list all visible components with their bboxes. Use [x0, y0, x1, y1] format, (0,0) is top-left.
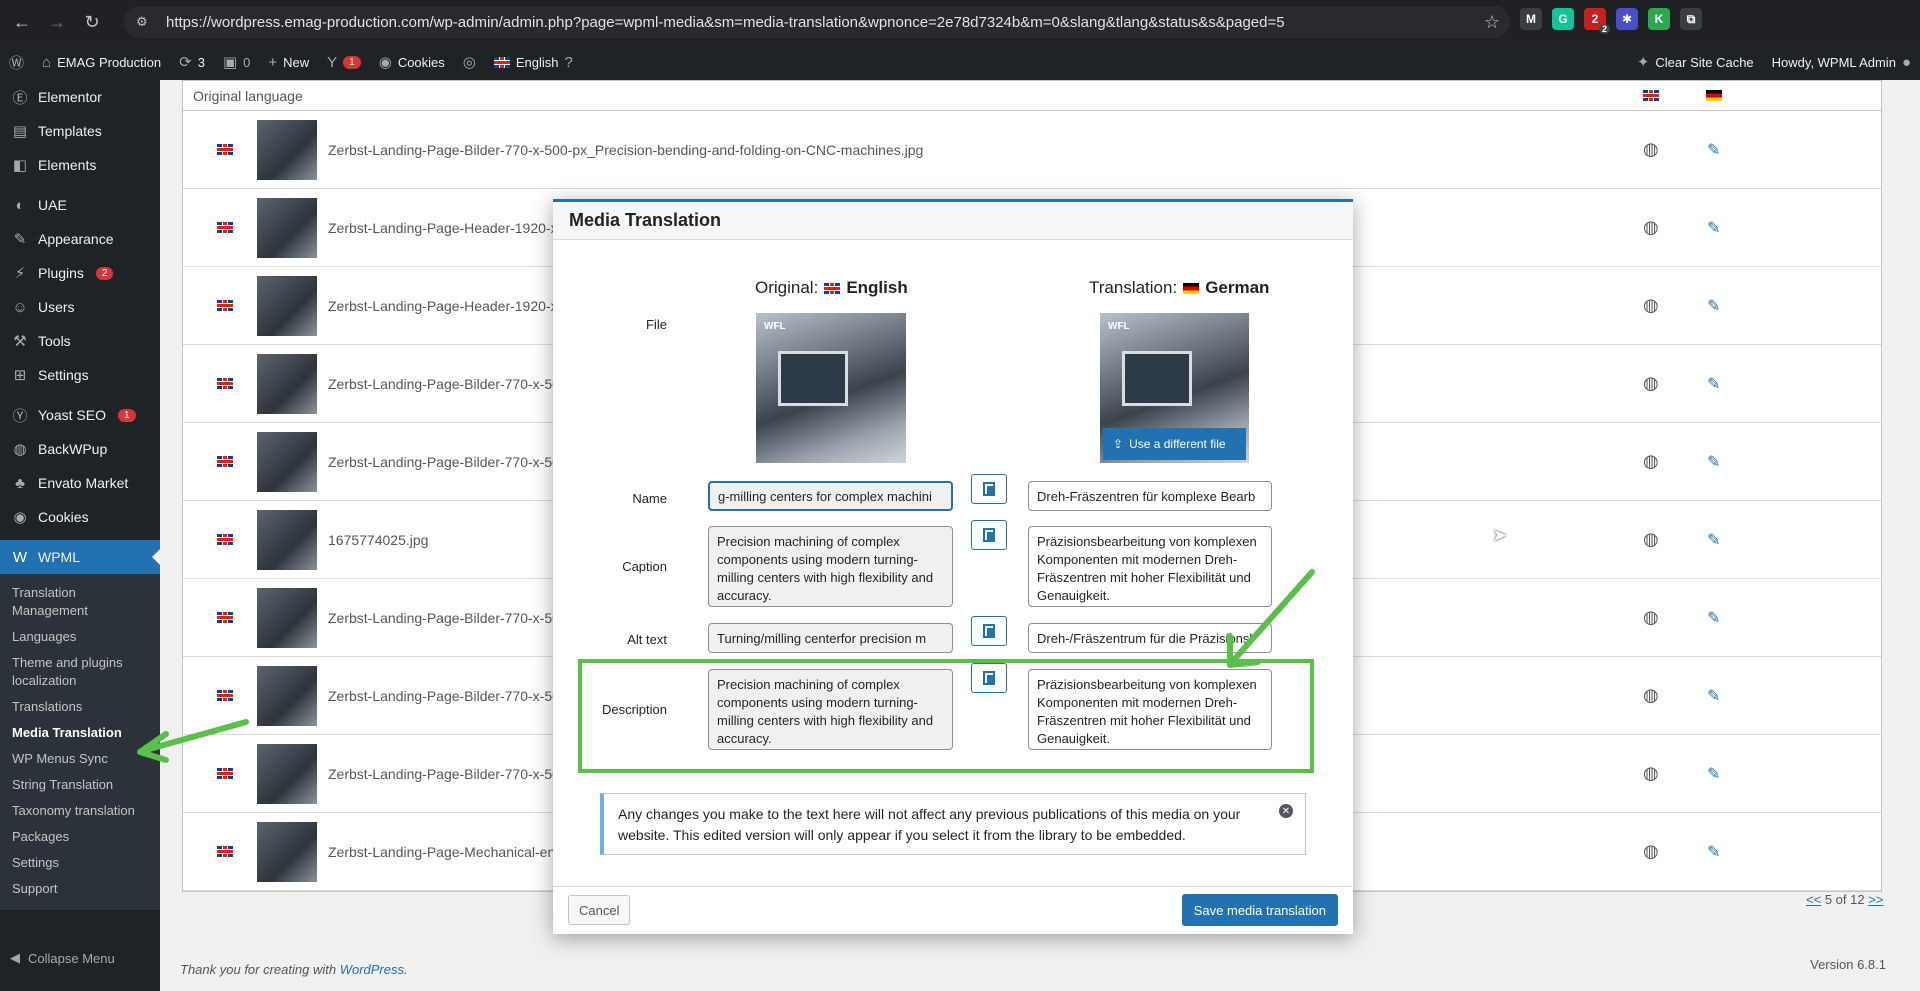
cookies-label: Cookies: [397, 54, 445, 70]
image-brand-text: WFL: [1108, 321, 1130, 332]
sparkle-icon: ✦: [1636, 54, 1650, 71]
alt-text-original-field[interactable]: Turning/milling centerfor precision m: [708, 623, 953, 653]
translation-image: WFL ⇪ Use a different file: [1100, 313, 1249, 463]
save-media-translation-button[interactable]: Save media translation: [1181, 894, 1338, 926]
image-machine-screen: [778, 351, 848, 406]
wp-logo-icon[interactable]: Ⓦ: [0, 44, 33, 80]
file-label: File: [646, 317, 667, 332]
copy-name-button[interactable]: [971, 474, 1007, 504]
extensions-row: M G 2 2 ✱ K ⧉: [1520, 8, 1702, 34]
caption-label: Caption: [622, 559, 667, 574]
image-machine-screen: [1122, 351, 1192, 406]
original-column-header: Original: English: [755, 278, 908, 298]
mouse-cursor-icon: ➤: [1492, 525, 1508, 545]
yoast-count: 1: [343, 55, 361, 69]
new-content-link[interactable]: + New: [259, 44, 318, 80]
new-label: New: [283, 54, 310, 70]
use-different-file-label: Use a different file: [1129, 437, 1226, 451]
extension-glyph: ⧉: [1686, 11, 1696, 26]
comment-icon: ▣: [222, 54, 238, 71]
plus-icon: +: [268, 53, 278, 71]
alt-text-label: Alt text: [627, 632, 667, 647]
dialog-footer: Cancel Save media translation: [553, 886, 1353, 934]
reload-icon[interactable]: ↻: [79, 9, 105, 35]
language-label: English: [515, 54, 559, 70]
original-image: WFL: [756, 313, 906, 463]
site-info-icon[interactable]: ⚙: [136, 14, 158, 30]
clear-cache-link[interactable]: ✦ Clear Site Cache: [1628, 44, 1763, 80]
name-translation-field[interactable]: Dreh-Fräszentren für komplexe Bearb: [1028, 481, 1272, 511]
language-switcher[interactable]: English?: [485, 44, 582, 80]
info-notice: Any changes you make to the text here wi…: [600, 793, 1306, 855]
translation-language: German: [1205, 278, 1270, 297]
copy-alt-text-button[interactable]: [971, 616, 1007, 646]
upload-icon: ⇪: [1113, 437, 1124, 451]
extension-glyph: M: [1526, 12, 1536, 26]
extension-glyph: ✱: [1621, 12, 1633, 26]
caption-original-field[interactable]: Precision machining of complex component…: [708, 526, 953, 607]
translation-column-header: Translation: German: [1089, 278, 1269, 298]
de-flag-icon: [1183, 282, 1200, 294]
dialog-title: Media Translation: [553, 202, 1353, 240]
globe-icon: ◎: [462, 54, 476, 71]
extension-icon[interactable]: G: [1552, 8, 1574, 30]
cancel-button[interactable]: Cancel: [568, 895, 631, 925]
close-notice-icon[interactable]: ✕: [1279, 804, 1293, 818]
extension-badge: 2: [1598, 24, 1610, 34]
extension-glyph: K: [1654, 12, 1664, 26]
browser-toolbar: ← → ↻ ⚙ https://wordpress.emag-productio…: [0, 0, 1920, 44]
site-name-text: EMAG Production: [57, 54, 162, 70]
uk-flag-icon: [824, 282, 841, 294]
alt-text-translation-field[interactable]: Dreh-/Fräszentrum für die Präzisionsl: [1028, 623, 1272, 653]
help-icon: ?: [564, 53, 573, 71]
copy-caption-button[interactable]: [971, 520, 1007, 550]
comments-count: 0: [243, 54, 251, 70]
home-icon: ⌂: [42, 53, 52, 71]
extension-icon[interactable]: ⧉: [1680, 8, 1702, 30]
avatar-icon: ●: [1901, 53, 1911, 71]
wp-admin-bar: Ⓦ ⌂ EMAG Production ⟳ 3 ▣ 0 + New Y1 ◉ Cookie…: [0, 44, 1920, 80]
updates-link[interactable]: ⟳ 3: [170, 44, 214, 80]
extension-glyph: G: [1558, 12, 1568, 26]
image-brand-text: WFL: [764, 321, 786, 332]
highlight-box: [578, 659, 1314, 773]
forward-icon[interactable]: →: [44, 9, 70, 35]
original-language: English: [846, 278, 908, 297]
howdy-label: Howdy, WPML Admin: [1771, 54, 1896, 70]
copy-icon: [983, 528, 995, 542]
extension-icon[interactable]: M: [1520, 8, 1542, 30]
copy-icon: [983, 624, 995, 638]
name-label: Name: [632, 491, 667, 506]
extension-icon[interactable]: 22: [1584, 8, 1610, 34]
media-translation-dialog: Media Translation Original: English Tran…: [553, 199, 1353, 934]
extension-icon[interactable]: ✱: [1616, 8, 1638, 30]
cookies-link[interactable]: ◉ Cookies: [370, 44, 454, 80]
my-account-link[interactable]: Howdy, WPML Admin ●: [1763, 44, 1920, 80]
comments-link[interactable]: ▣ 0: [214, 44, 259, 80]
back-icon[interactable]: ←: [9, 9, 35, 35]
url-text[interactable]: https://wordpress.emag-production.com/wp…: [166, 14, 1285, 31]
notice-text: Any changes you make to the text here wi…: [618, 806, 1241, 843]
original-prefix: Original:: [755, 278, 819, 297]
address-bar[interactable]: ⚙ https://wordpress.emag-production.com/…: [124, 6, 1510, 38]
copy-icon: [983, 482, 995, 496]
extension-icon[interactable]: K: [1648, 8, 1670, 30]
bookmark-star-icon[interactable]: ☆: [1484, 12, 1500, 33]
updates-icon: ⟳: [179, 54, 192, 71]
extension-glyph: 2: [1591, 12, 1599, 26]
uk-flag-icon: [493, 56, 510, 68]
clear-cache-label: Clear Site Cache: [1655, 54, 1754, 70]
yoast-icon: Y: [327, 53, 338, 71]
cookie-icon: ◉: [378, 54, 392, 71]
updates-count: 3: [197, 54, 205, 70]
globe-link[interactable]: ◎: [454, 44, 485, 80]
caption-translation-field[interactable]: Präzisionsbearbeitung von komplexen Komp…: [1028, 526, 1272, 607]
yoast-link[interactable]: Y1: [318, 44, 370, 80]
use-different-file-button[interactable]: ⇪ Use a different file: [1103, 428, 1246, 460]
translation-prefix: Translation:: [1089, 278, 1178, 297]
site-name-link[interactable]: ⌂ EMAG Production: [33, 44, 170, 80]
name-original-field[interactable]: g-milling centers for complex machini: [708, 481, 953, 511]
